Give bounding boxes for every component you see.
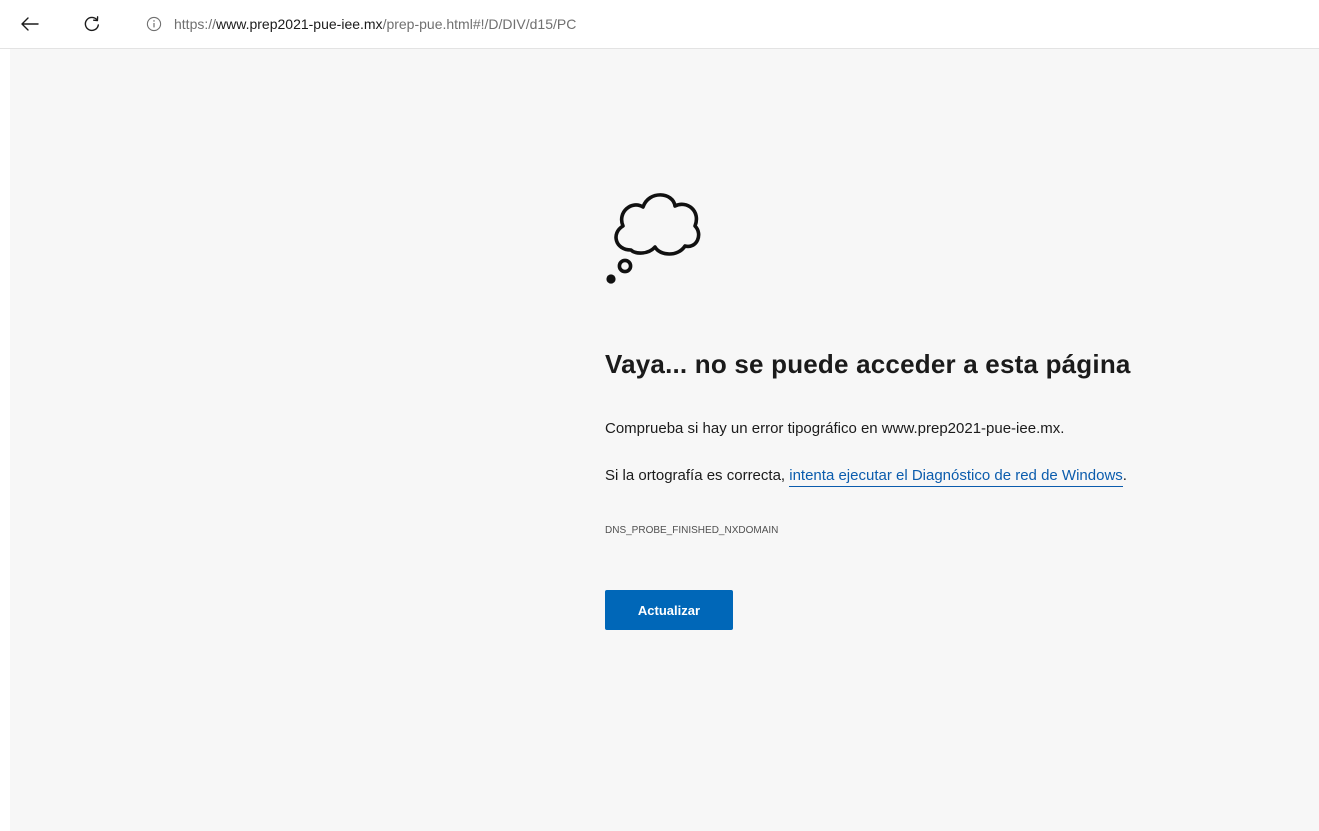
- spelling-prefix: Si la ortografía es correcta,: [605, 467, 790, 484]
- spelling-suffix: .: [1122, 467, 1127, 484]
- error-code: DNS_PROBE_FINISHED_NXDOMAIN: [605, 525, 779, 536]
- url-scheme: https://: [174, 16, 217, 32]
- address-bar[interactable]: https://www.prep2021-pue-iee.mx/prep-pue…: [124, 9, 1315, 39]
- diagnostic-link[interactable]: intenta ejecutar el Diagnóstico de red d…: [789, 467, 1123, 487]
- error-page: Vaya... no se puede acceder a esta págin…: [10, 49, 1319, 831]
- refresh-button[interactable]: Actualizar: [605, 590, 733, 630]
- browser-toolbar: https://www.prep2021-pue-iee.mx/prep-pue…: [0, 0, 1319, 49]
- arrow-left-icon: [21, 17, 39, 31]
- url-host: www.prep2021-pue-iee.mx: [216, 16, 383, 32]
- url-text[interactable]: https://www.prep2021-pue-iee.mx/prep-pue…: [174, 16, 576, 32]
- refresh-icon: [84, 16, 99, 32]
- info-icon[interactable]: [146, 16, 162, 32]
- typo-message: Comprueba si hay un error tipográfico en…: [605, 420, 1065, 437]
- url-path: /prep-pue.html#!/D/DIV/d15/PC: [382, 16, 577, 32]
- page-title: Vaya... no se puede acceder a esta págin…: [605, 349, 1131, 379]
- refresh-nav-button[interactable]: [79, 11, 105, 37]
- spelling-message: Si la ortografía es correcta, intenta ej…: [605, 467, 1127, 487]
- thought-cloud-icon: [606, 193, 701, 284]
- back-button[interactable]: [17, 11, 43, 37]
